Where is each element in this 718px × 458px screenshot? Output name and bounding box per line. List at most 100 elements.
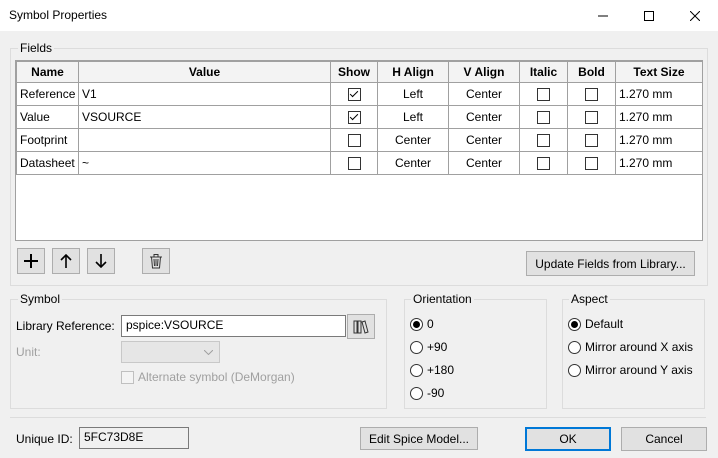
name-cell[interactable]: Value xyxy=(16,105,79,129)
halign-cell[interactable]: Center xyxy=(377,151,449,175)
browse-library-button[interactable] xyxy=(347,314,375,339)
delete-field-button[interactable] xyxy=(142,248,170,274)
library-reference-input[interactable]: pspice:VSOURCE xyxy=(121,315,346,337)
close-button[interactable] xyxy=(672,0,718,31)
orientation-option[interactable]: +90 xyxy=(410,340,454,354)
orientation-group-label: Orientation xyxy=(411,292,474,306)
unit-label: Unit: xyxy=(16,345,41,359)
italic-cell[interactable] xyxy=(519,105,568,129)
valign-cell[interactable]: Center xyxy=(448,105,520,129)
ok-button[interactable]: OK xyxy=(525,427,611,451)
size-cell[interactable]: 1.270 mm xyxy=(615,105,703,129)
valign-cell[interactable]: Center xyxy=(448,128,520,152)
library-books-icon xyxy=(353,319,369,334)
bold-checkbox[interactable] xyxy=(585,157,598,171)
table-row[interactable]: Footprint Center Center 1.270 mm xyxy=(16,128,703,152)
bold-checkbox[interactable] xyxy=(585,134,598,148)
fields-group-label: Fields xyxy=(18,41,55,55)
orientation-option[interactable]: -90 xyxy=(410,386,454,400)
column-header[interactable]: Show xyxy=(330,61,378,83)
arrow-up-icon xyxy=(60,254,72,268)
italic-cell[interactable] xyxy=(519,151,568,175)
aspect-options: Default Mirror around X axis Mirror arou… xyxy=(568,317,693,377)
orientation-label: +90 xyxy=(427,340,448,354)
aspect-option[interactable]: Mirror around Y axis xyxy=(568,363,693,377)
show-checkbox[interactable] xyxy=(347,134,361,148)
update-fields-button[interactable]: Update Fields from Library... xyxy=(526,251,695,276)
radio-button xyxy=(410,340,423,354)
aspect-label: Mirror around X axis xyxy=(585,340,694,354)
column-header[interactable]: V Align xyxy=(448,61,520,83)
italic-checkbox[interactable] xyxy=(537,111,550,125)
column-header[interactable]: Name xyxy=(16,61,79,83)
value-cell[interactable]: V1 xyxy=(78,82,331,106)
close-icon xyxy=(690,10,700,21)
name-cell[interactable]: Datasheet xyxy=(16,151,79,175)
valign-cell[interactable]: Center xyxy=(448,151,520,175)
symbol-group-label: Symbol xyxy=(18,292,63,306)
radio-button xyxy=(568,317,581,331)
column-header[interactable]: Bold xyxy=(567,61,616,83)
column-header[interactable]: Italic xyxy=(519,61,568,83)
plus-icon xyxy=(24,254,38,268)
bold-cell[interactable] xyxy=(567,128,616,152)
unique-id-field[interactable]: 5FC73D8E xyxy=(79,427,189,449)
halign-cell[interactable]: Left xyxy=(377,82,449,106)
cancel-button[interactable]: Cancel xyxy=(621,427,707,451)
italic-checkbox[interactable] xyxy=(537,134,550,148)
name-cell[interactable]: Footprint xyxy=(16,128,79,152)
library-reference-label: Library Reference: xyxy=(16,319,115,333)
column-header[interactable]: Value xyxy=(78,61,331,83)
size-cell[interactable]: 1.270 mm xyxy=(615,82,703,106)
table-row[interactable]: Reference V1 Left Center 1.270 mm xyxy=(16,82,703,106)
unique-id-label: Unique ID: xyxy=(16,432,73,446)
italic-cell[interactable] xyxy=(519,128,568,152)
edit-spice-model-button[interactable]: Edit Spice Model... xyxy=(360,427,478,450)
value-cell[interactable]: VSOURCE xyxy=(78,105,331,129)
orientation-option[interactable]: +180 xyxy=(410,363,454,377)
show-cell[interactable] xyxy=(330,151,378,175)
size-cell[interactable]: 1.270 mm xyxy=(615,128,703,152)
show-checkbox[interactable] xyxy=(347,111,361,125)
name-cell[interactable]: Reference xyxy=(16,82,79,106)
bold-cell[interactable] xyxy=(567,105,616,129)
aspect-option[interactable]: Mirror around X axis xyxy=(568,340,693,354)
halign-cell[interactable]: Center xyxy=(377,128,449,152)
column-header[interactable]: Text Size xyxy=(615,61,703,83)
table-row[interactable]: Value VSOURCE Left Center 1.270 mm xyxy=(16,105,703,129)
show-cell[interactable] xyxy=(330,82,378,106)
show-checkbox[interactable] xyxy=(347,88,361,102)
aspect-label: Default xyxy=(585,317,624,331)
maximize-button[interactable] xyxy=(626,0,672,31)
orientation-option[interactable]: 0 xyxy=(410,317,454,331)
maximize-icon xyxy=(644,10,654,21)
italic-checkbox[interactable] xyxy=(537,88,550,102)
aspect-option[interactable]: Default xyxy=(568,317,693,331)
value-cell[interactable] xyxy=(78,128,331,152)
bold-cell[interactable] xyxy=(567,82,616,106)
radio-button xyxy=(410,317,423,331)
chevron-down-icon xyxy=(204,350,213,355)
minimize-button[interactable] xyxy=(580,0,626,31)
trash-icon xyxy=(150,253,162,268)
bold-cell[interactable] xyxy=(567,151,616,175)
bold-checkbox[interactable] xyxy=(585,111,598,125)
show-cell[interactable] xyxy=(330,105,378,129)
orientation-label: +180 xyxy=(427,363,455,377)
valign-cell[interactable]: Center xyxy=(448,82,520,106)
add-field-button[interactable] xyxy=(17,248,45,274)
move-up-button[interactable] xyxy=(52,248,80,274)
column-header[interactable]: H Align xyxy=(377,61,449,83)
show-cell[interactable] xyxy=(330,128,378,152)
italic-cell[interactable] xyxy=(519,82,568,106)
unit-select[interactable] xyxy=(121,341,220,363)
italic-checkbox[interactable] xyxy=(537,157,550,171)
table-row[interactable]: Datasheet ~ Center Center 1.270 mm xyxy=(16,151,703,175)
show-checkbox[interactable] xyxy=(347,157,361,171)
size-cell[interactable]: 1.270 mm xyxy=(615,151,703,175)
move-down-button[interactable] xyxy=(87,248,115,274)
alternate-symbol-checkbox[interactable]: Alternate symbol (DeMorgan) xyxy=(121,370,295,384)
halign-cell[interactable]: Left xyxy=(377,105,449,129)
bold-checkbox[interactable] xyxy=(585,88,598,102)
value-cell[interactable]: ~ xyxy=(78,151,331,175)
